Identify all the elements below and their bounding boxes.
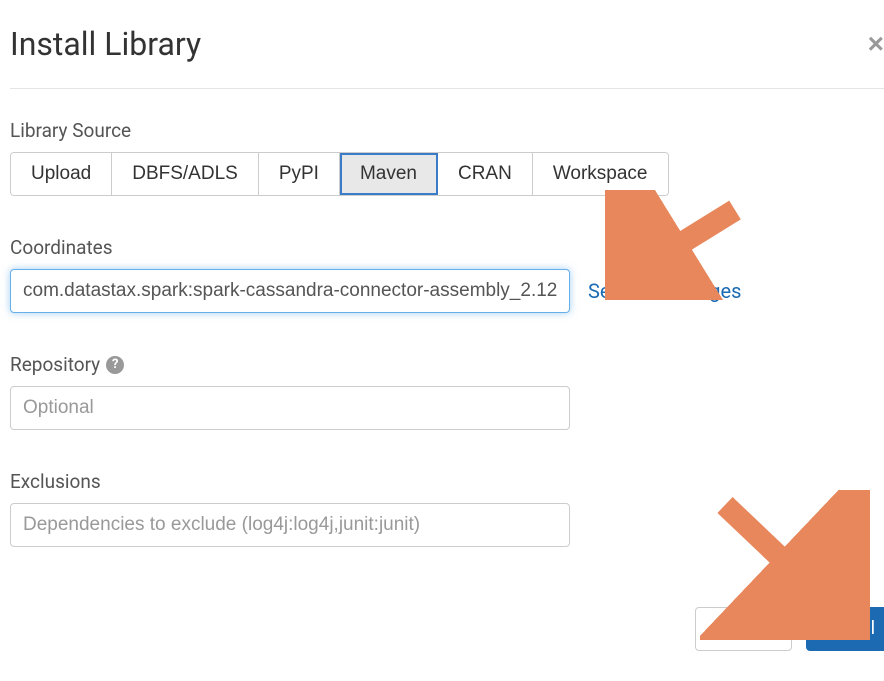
repository-section: Repository ? (10, 353, 884, 430)
modal-footer: Cancel Install (10, 587, 884, 671)
repository-label: Repository ? (10, 353, 884, 376)
tab-workspace[interactable]: Workspace (533, 153, 668, 195)
close-icon: × (868, 28, 884, 59)
help-icon[interactable]: ? (106, 356, 124, 374)
repository-label-text: Repository (10, 353, 100, 376)
library-source-tabs: Upload DBFS/ADLS PyPI Maven CRAN Workspa… (10, 152, 669, 196)
modal-body: Library Source Upload DBFS/ADLS PyPI Mav… (10, 89, 884, 547)
modal-title: Install Library (10, 25, 201, 63)
coordinates-input[interactable] (10, 269, 570, 313)
cancel-button[interactable]: Cancel (695, 607, 792, 651)
tab-maven[interactable]: Maven (340, 153, 438, 195)
search-packages-link[interactable]: Search Packages (588, 279, 741, 303)
install-library-modal: Install Library × Library Source Upload … (10, 10, 884, 671)
exclusions-label: Exclusions (10, 470, 884, 493)
coordinates-row: Search Packages (10, 269, 884, 313)
tab-upload[interactable]: Upload (11, 153, 112, 195)
exclusions-input[interactable] (10, 503, 570, 547)
coordinates-section: Coordinates Search Packages (10, 236, 884, 313)
close-button[interactable]: × (858, 30, 884, 58)
modal-header: Install Library × (10, 10, 884, 89)
repository-input[interactable] (10, 386, 570, 430)
exclusions-section: Exclusions (10, 470, 884, 547)
tab-dbfs-adls[interactable]: DBFS/ADLS (112, 153, 259, 195)
tab-pypi[interactable]: PyPI (259, 153, 340, 195)
install-button[interactable]: Install (806, 607, 884, 651)
library-source-label: Library Source (10, 119, 884, 142)
library-source-section: Library Source Upload DBFS/ADLS PyPI Mav… (10, 119, 884, 196)
coordinates-label: Coordinates (10, 236, 884, 259)
tab-cran[interactable]: CRAN (438, 153, 533, 195)
